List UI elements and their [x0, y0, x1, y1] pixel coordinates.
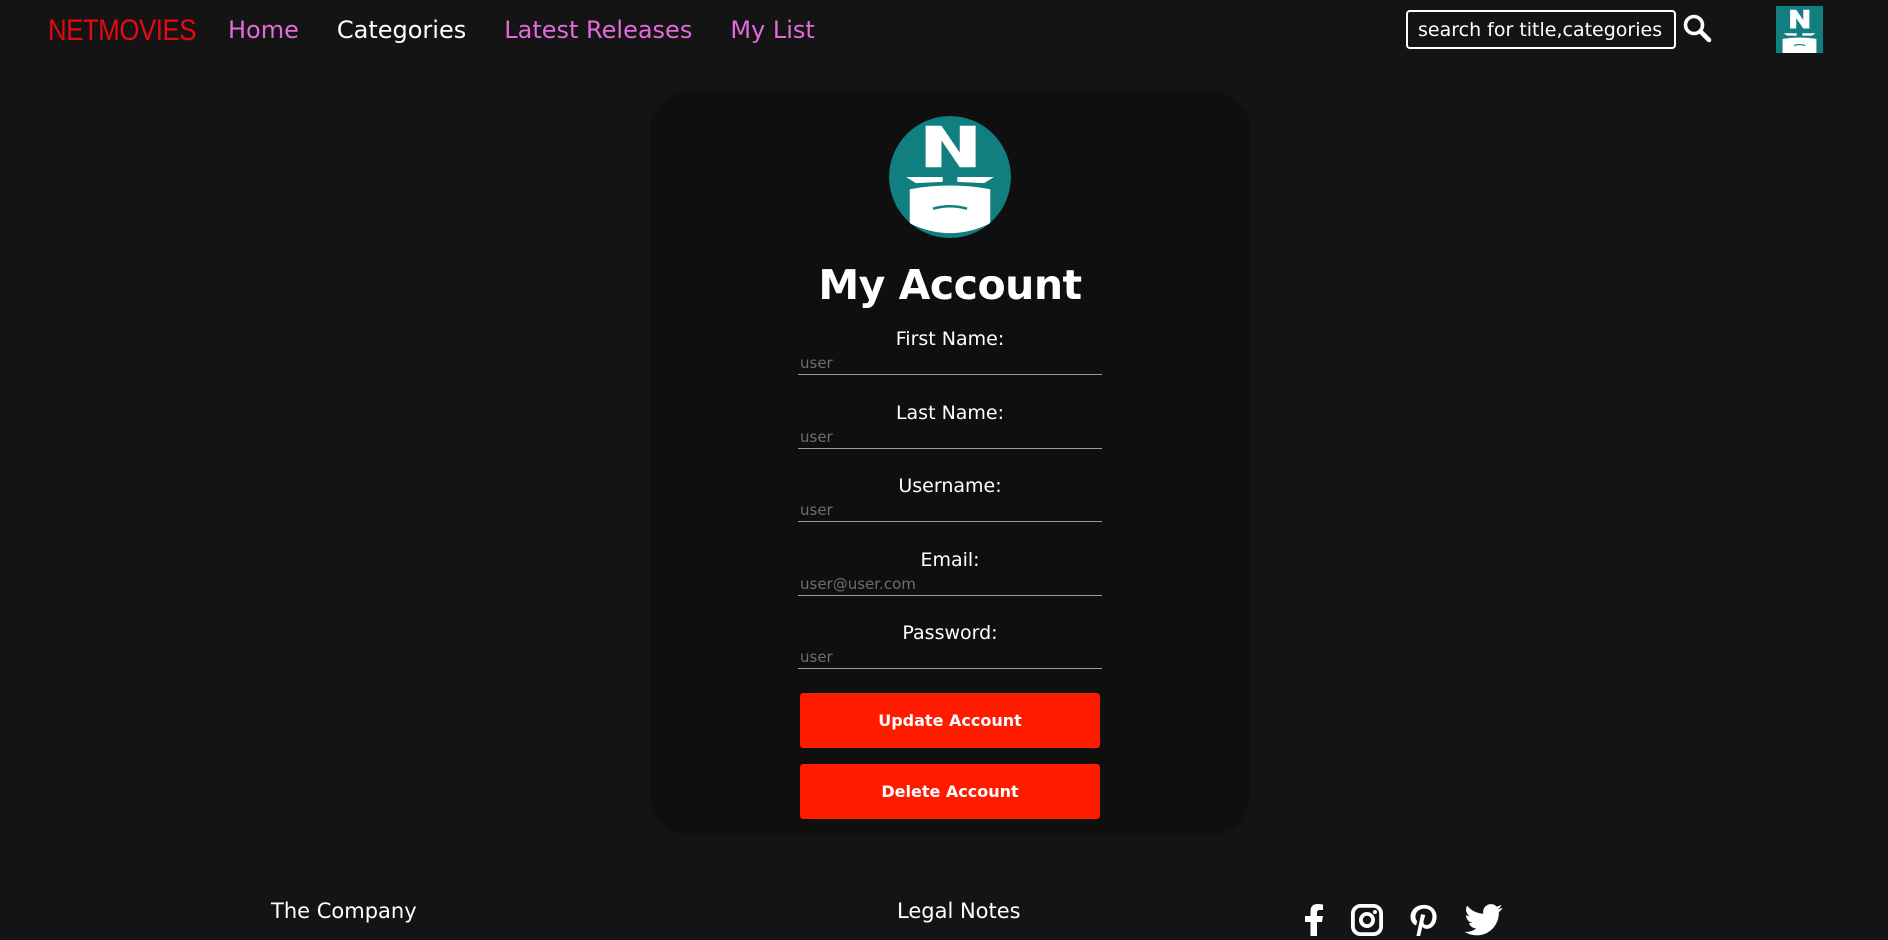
last-name-input[interactable] — [798, 427, 1102, 449]
footer-legal-link[interactable]: Legal Notes — [897, 899, 1021, 923]
username-input[interactable] — [798, 500, 1102, 522]
nav-categories[interactable]: Categories — [337, 16, 466, 44]
search-icon[interactable] — [1682, 13, 1712, 43]
delete-account-button[interactable]: Delete Account — [800, 764, 1100, 819]
pinterest-icon[interactable] — [1405, 904, 1443, 940]
nav-my-list[interactable]: My List — [730, 16, 815, 44]
account-card: My Account First Name: Last Name: Userna… — [650, 91, 1250, 835]
username-label: Username: — [898, 475, 1002, 497]
last-name-label: Last Name: — [895, 402, 1005, 424]
page-title: My Account — [818, 261, 1082, 309]
facebook-icon[interactable] — [1300, 904, 1328, 940]
first-name-label: First Name: — [895, 328, 1005, 350]
twitter-icon[interactable] — [1462, 904, 1506, 940]
email-label: Email: — [920, 549, 980, 571]
email-group: Email: — [798, 549, 1102, 596]
search-input[interactable] — [1406, 10, 1676, 49]
password-label: Password: — [902, 622, 998, 644]
main-nav: Home Categories Latest Releases My List — [228, 16, 815, 44]
update-account-button[interactable]: Update Account — [800, 693, 1100, 748]
first-name-input[interactable] — [798, 353, 1102, 375]
email-input[interactable] — [798, 574, 1102, 596]
username-group: Username: — [798, 475, 1102, 522]
instagram-icon[interactable] — [1346, 904, 1388, 940]
logo[interactable]: NETMOVIES — [48, 14, 197, 48]
account-avatar — [889, 116, 1011, 238]
first-name-group: First Name: — [798, 328, 1102, 375]
masked-hero-avatar-icon — [889, 116, 1011, 238]
footer-company-link[interactable]: The Company — [271, 899, 417, 923]
password-input[interactable] — [798, 647, 1102, 669]
nav-latest-releases[interactable]: Latest Releases — [504, 16, 692, 44]
password-group: Password: — [798, 622, 1102, 669]
last-name-group: Last Name: — [798, 402, 1102, 449]
profile-avatar[interactable] — [1776, 6, 1823, 53]
top-navbar: NETMOVIES Home Categories Latest Release… — [0, 0, 1888, 64]
nav-home[interactable]: Home — [228, 16, 299, 44]
masked-hero-avatar-icon — [1776, 6, 1823, 53]
